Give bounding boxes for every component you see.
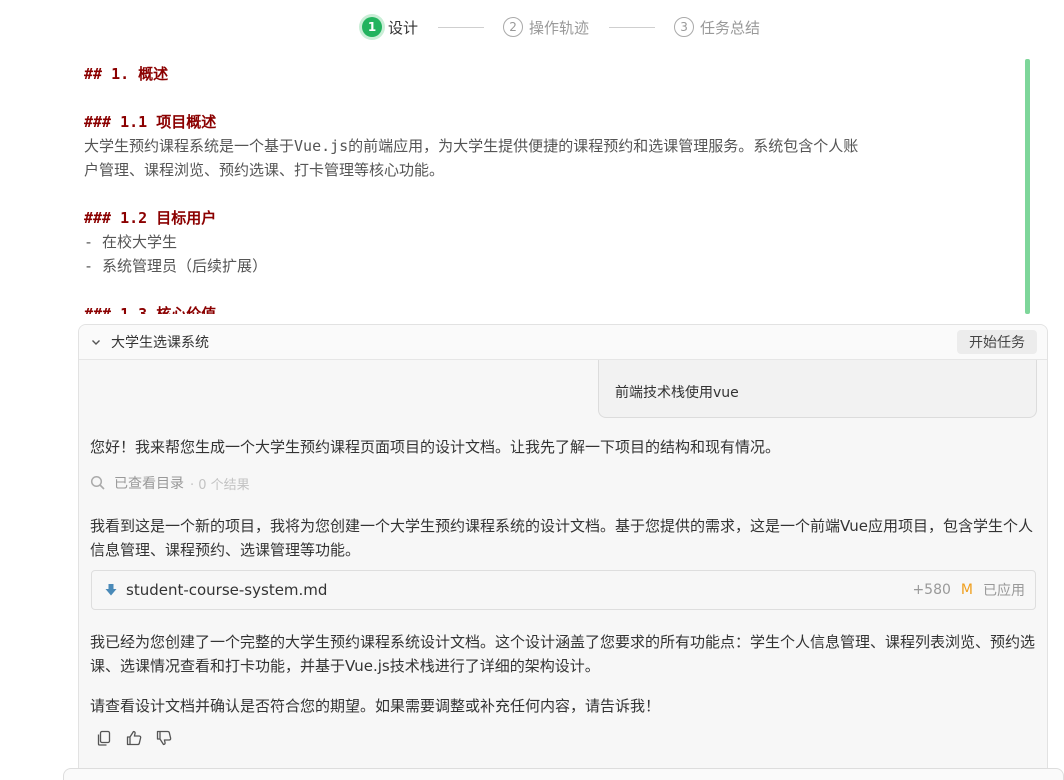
file-change-card[interactable]: student-course-system.md +580 M 已应用 bbox=[91, 570, 1036, 610]
step-label: 设计 bbox=[388, 18, 419, 37]
doc-list-item: - 在校大学生 bbox=[84, 233, 178, 251]
doc-heading: ## 1. 概述 bbox=[84, 65, 169, 83]
doc-paragraph: 户管理、课程浏览、预约选课、打卡管理等核心功能。 bbox=[84, 161, 445, 179]
file-name[interactable]: student-course-system.md bbox=[126, 581, 912, 599]
search-icon bbox=[90, 475, 106, 491]
step-label: 任务总结 bbox=[700, 18, 761, 37]
message-actions bbox=[95, 729, 173, 747]
thumbs-up-icon[interactable] bbox=[125, 729, 143, 747]
doc-subheading: ### 1.1 项目概述 bbox=[84, 113, 217, 131]
step-design[interactable]: 1 设计 bbox=[362, 17, 418, 38]
step-connector bbox=[609, 26, 656, 28]
applied-status: 已应用 bbox=[983, 583, 1025, 599]
design-doc-preview[interactable]: ## 1. 概述 ### 1.1 项目概述 大学生预约课程系统是一个基于Vue.… bbox=[84, 62, 1014, 314]
additions-count: +580 bbox=[912, 582, 951, 598]
doc-paragraph: 大学生预约课程系统是一个基于Vue.js的前端应用，为大学生提供便捷的课程预约和… bbox=[84, 137, 859, 155]
tool-call-list-dir[interactable]: 已查看目录 · 0 个结果 bbox=[90, 473, 250, 493]
user-message: 前端技术栈使用vue bbox=[598, 360, 1037, 418]
step-trace[interactable]: 2 操作轨迹 bbox=[503, 17, 589, 38]
step-number: 1 bbox=[362, 17, 382, 37]
assistant-message: 我看到这是一个新的项目，我将为您创建一个大学生预约课程系统的设计文档。基于您提供… bbox=[90, 517, 1033, 559]
panel-header: 大学生选课系统 开始任务 bbox=[79, 325, 1047, 360]
assistant-message: 您好！我来帮您生成一个大学生预约课程页面项目的设计文档。让我先了解一下项目的结构… bbox=[90, 438, 781, 456]
step-label: 操作轨迹 bbox=[529, 18, 590, 37]
stepper: 1 设计 2 操作轨迹 3 任务总结 bbox=[362, 14, 760, 40]
start-task-button[interactable]: 开始任务 bbox=[957, 330, 1037, 354]
doc-subheading: ### 1.3 核心价值 bbox=[84, 305, 217, 314]
step-connector bbox=[438, 26, 485, 28]
step-summary[interactable]: 3 任务总结 bbox=[674, 17, 760, 38]
doc-scrollbar[interactable] bbox=[1025, 59, 1030, 314]
doc-subheading: ### 1.2 目标用户 bbox=[84, 209, 217, 227]
copy-icon[interactable] bbox=[95, 729, 113, 747]
composer-box[interactable] bbox=[63, 768, 1064, 780]
step-number: 2 bbox=[503, 17, 524, 37]
chevron-down-icon[interactable] bbox=[91, 337, 101, 347]
assistant-message: 我已经为您创建了一个完整的大学生预约课程系统设计文档。这个设计涵盖了您要求的所有… bbox=[90, 633, 1036, 675]
modified-badge: M bbox=[960, 582, 973, 598]
tool-call-label: 已查看目录 bbox=[114, 476, 184, 492]
download-arrow-icon bbox=[104, 583, 118, 597]
panel-title: 大学生选课系统 bbox=[111, 335, 209, 351]
tool-call-result: · 0 个结果 bbox=[190, 477, 250, 493]
thumbs-down-icon[interactable] bbox=[155, 729, 173, 747]
assistant-message: 请查看设计文档并确认是否符合您的期望。如果需要调整或补充任何内容，请告诉我！ bbox=[90, 697, 661, 715]
chat-panel: 大学生选课系统 开始任务 前端技术栈使用vue 您好！我来帮您生成一个大学生预约… bbox=[78, 324, 1048, 770]
doc-list-item: - 系统管理员（后续扩展） bbox=[84, 257, 268, 275]
step-number: 3 bbox=[674, 17, 695, 37]
